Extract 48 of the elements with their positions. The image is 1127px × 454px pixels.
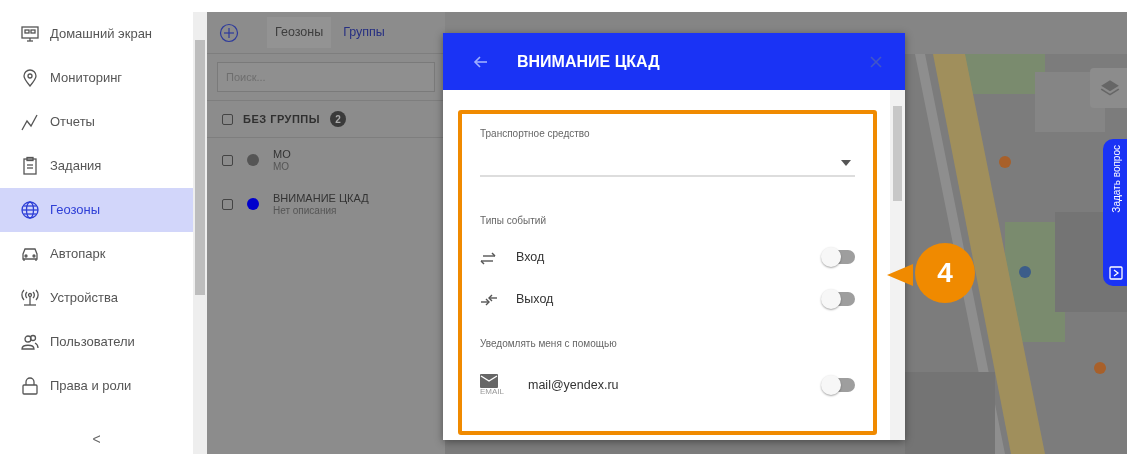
geozone-name: МО: [273, 148, 291, 161]
pointer-triangle: [887, 263, 913, 286]
add-button[interactable]: [219, 22, 239, 43]
clipboard-icon: [20, 156, 40, 176]
checkbox[interactable]: [222, 198, 233, 210]
globe-icon: [20, 200, 40, 220]
sidebar-item[interactable]: Домашний экран: [0, 12, 193, 56]
layers-icon[interactable]: [1090, 68, 1127, 108]
sidebar-item[interactable]: Задания: [0, 144, 193, 188]
collapse-button[interactable]: <: [86, 429, 107, 450]
sidebar-item[interactable]: Устройства: [0, 276, 193, 320]
lock-icon: [20, 376, 40, 396]
event-label: Выход: [516, 290, 554, 308]
tab[interactable]: Группы: [335, 17, 393, 48]
geozone-name: ВНИМАНИЕ ЦКАД: [273, 192, 369, 205]
users-icon: [20, 332, 40, 352]
envelope-icon: [480, 374, 498, 388]
dialog-title: ВНИМАНИЕ ЦКАД: [517, 51, 660, 72]
scrollbar-thumb[interactable]: [195, 40, 205, 295]
email-address: mail@yendex.ru: [528, 376, 619, 394]
sidebar-item[interactable]: Автопарк: [0, 232, 193, 276]
section-heading: Типы событий: [480, 214, 547, 228]
tab[interactable]: Геозоны: [267, 17, 332, 48]
dropdown-caret-icon: [841, 160, 851, 166]
scrollbar-thumb[interactable]: [893, 106, 902, 201]
sidebar-item[interactable]: Отчеты: [0, 100, 193, 144]
channel-type: EMAIL: [480, 388, 504, 396]
toggle-switch[interactable]: [823, 292, 855, 306]
toggle-switch[interactable]: [823, 250, 855, 264]
location-pin-icon: [20, 68, 40, 88]
sidebar-item[interactable]: Пользователи: [0, 320, 193, 364]
checkbox[interactable]: [222, 154, 233, 166]
back-button[interactable]: [473, 53, 489, 70]
group-title: БЕЗ ГРУППЫ: [243, 111, 321, 127]
chevron-icon: [1109, 266, 1123, 280]
line-chart-icon: [20, 112, 40, 132]
field-label: Транспортное средство: [480, 127, 591, 141]
sidebar-item[interactable]: Мониторинг: [0, 56, 193, 100]
toggle-switch[interactable]: [823, 378, 855, 392]
sidebar-item[interactable]: Геозоны: [0, 188, 193, 232]
checkbox[interactable]: [222, 113, 233, 125]
ask-question-button[interactable]: Задать вопрос: [1103, 139, 1127, 286]
event-label: Вход: [516, 248, 545, 266]
sidebar-item[interactable]: Права и роли: [0, 364, 193, 408]
section-heading: Уведомлять меня с помощью: [480, 337, 618, 351]
count-badge: 2: [330, 111, 347, 127]
monitor-icon: [20, 24, 40, 44]
antenna-icon: [20, 288, 40, 308]
